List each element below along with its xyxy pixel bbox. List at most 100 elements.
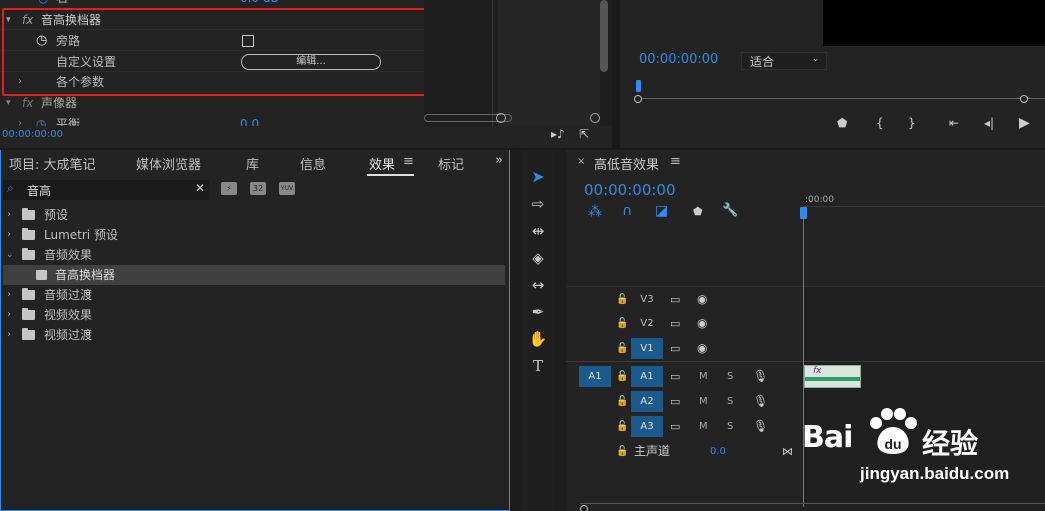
- snap-icon[interactable]: ∩: [622, 203, 632, 219]
- track-divider[interactable]: [566, 361, 1045, 362]
- solo-button[interactable]: S: [727, 364, 733, 389]
- track-select-tool-icon[interactable]: ⇨: [527, 193, 549, 215]
- mute-button[interactable]: M: [699, 414, 708, 439]
- program-timecode[interactable]: 00:00:00:00: [639, 52, 718, 67]
- panel-gutter[interactable]: [612, 0, 620, 148]
- tree-item-audio-effects[interactable]: ⌄ 音频效果: [1, 245, 505, 265]
- tab-info[interactable]: 信息: [300, 154, 326, 173]
- fit-select[interactable]: 适合 ⌄: [741, 52, 827, 70]
- zoom-handle[interactable]: [496, 113, 506, 123]
- track-target-v2[interactable]: V2: [631, 313, 663, 334]
- search-input[interactable]: 音高: [27, 182, 51, 199]
- toggle-sync-icon[interactable]: ▭: [670, 311, 680, 336]
- step-back-icon[interactable]: ◂|: [984, 116, 994, 130]
- settings-wrench-icon[interactable]: 🔧: [722, 203, 738, 218]
- scroll-handle[interactable]: [580, 505, 588, 511]
- accelerated-effects-icon[interactable]: ⚡: [221, 182, 237, 195]
- track-target-a1[interactable]: A1: [631, 366, 663, 387]
- tree-item-audio-transitions[interactable]: › 音频过渡: [1, 285, 505, 305]
- current-timecode[interactable]: 00:00:00:00: [2, 129, 63, 140]
- eye-icon[interactable]: ◉: [697, 311, 707, 336]
- lock-icon[interactable]: 🔓: [616, 389, 628, 414]
- tree-item-lumetri-presets[interactable]: › Lumetri 预设: [1, 225, 505, 245]
- toggle-sync-icon[interactable]: ▭: [670, 414, 680, 439]
- search-box[interactable]: ⌕ 音高 ✕: [3, 180, 209, 200]
- tab-effects[interactable]: 效果: [369, 154, 395, 173]
- chevron-right-icon[interactable]: ›: [18, 114, 22, 126]
- solo-button[interactable]: S: [727, 389, 733, 414]
- panel-menu-icon[interactable]: ≡: [403, 154, 414, 169]
- playhead-marker[interactable]: [636, 80, 641, 92]
- more-tabs-icon[interactable]: »: [495, 153, 503, 168]
- microphone-icon[interactable]: 🎙: [753, 414, 768, 439]
- lock-icon[interactable]: 🔓: [616, 311, 628, 336]
- chevron-down-icon[interactable]: ⌄: [6, 245, 14, 265]
- stopwatch-icon[interactable]: ◷: [36, 114, 46, 126]
- tree-item-video-transitions[interactable]: › 视频过渡: [1, 325, 505, 345]
- play-icon[interactable]: ▶: [1019, 115, 1030, 131]
- lock-icon[interactable]: 🔓: [616, 414, 628, 439]
- lock-icon[interactable]: 🔓: [616, 287, 628, 312]
- microphone-icon[interactable]: 🎙: [753, 364, 768, 389]
- yuv-effects-icon[interactable]: YUV: [279, 182, 295, 195]
- chevron-right-icon[interactable]: ›: [7, 205, 11, 225]
- lock-icon[interactable]: 🔓: [616, 364, 628, 389]
- close-icon[interactable]: ×: [577, 156, 585, 167]
- lock-icon[interactable]: 🔓: [616, 336, 628, 361]
- scrubber-track[interactable]: [638, 98, 1045, 99]
- tab-libraries[interactable]: 库: [246, 154, 259, 173]
- panel-gutter[interactable]: [0, 148, 1045, 150]
- track-target-v3[interactable]: V3: [631, 289, 663, 310]
- effect-mini-timeline[interactable]: [424, 0, 612, 128]
- clear-search-icon[interactable]: ✕: [195, 181, 205, 195]
- go-to-end-icon[interactable]: ⋈: [782, 439, 793, 464]
- export-icon[interactable]: ⇱: [579, 127, 589, 141]
- tree-item-video-effects[interactable]: › 视频效果: [1, 305, 505, 325]
- ruler[interactable]: [803, 206, 1045, 207]
- mute-button[interactable]: M: [699, 364, 708, 389]
- lock-icon[interactable]: 🔓: [616, 439, 628, 464]
- audio-clip[interactable]: fx: [804, 365, 861, 388]
- eye-icon[interactable]: ◉: [697, 287, 707, 312]
- filter-audio-icon[interactable]: ▸♪: [551, 127, 565, 141]
- eye-icon[interactable]: ◉: [697, 336, 707, 361]
- chevron-right-icon[interactable]: ›: [7, 325, 11, 345]
- sequence-tab[interactable]: 高低音效果: [594, 154, 659, 173]
- zoom-handle-end[interactable]: [590, 113, 600, 123]
- add-marker-icon[interactable]: ⬟: [693, 205, 703, 218]
- tab-project[interactable]: 项目: 大成笔记: [9, 154, 96, 173]
- panel-menu-icon[interactable]: ≡: [670, 154, 681, 169]
- track-target-v1[interactable]: V1: [631, 338, 663, 359]
- hand-tool-icon[interactable]: ✋: [527, 328, 549, 350]
- tab-media-browser[interactable]: 媒体浏览器: [136, 154, 201, 173]
- toggle-sync-icon[interactable]: ▭: [670, 336, 680, 361]
- go-to-in-icon[interactable]: ⇤: [949, 116, 959, 130]
- source-patch-a1[interactable]: A1: [579, 366, 611, 387]
- razor-tool-icon[interactable]: ◈: [527, 247, 549, 269]
- param-value[interactable]: 0.0 dB: [240, 0, 279, 8]
- mark-out-icon[interactable]: }: [908, 116, 916, 130]
- selection-tool-icon[interactable]: ➤: [527, 166, 549, 188]
- solo-button[interactable]: S: [727, 414, 733, 439]
- toggle-sync-icon[interactable]: ▭: [670, 364, 680, 389]
- stopwatch-icon[interactable]: ◷: [38, 0, 48, 8]
- scrubber-start-handle[interactable]: [634, 95, 642, 103]
- tab-markers[interactable]: 标记: [438, 154, 464, 173]
- nest-icon[interactable]: ⁂: [588, 204, 602, 220]
- chevron-right-icon[interactable]: ›: [7, 225, 11, 245]
- tree-item-pitch-shifter[interactable]: 音高换档器: [3, 265, 505, 285]
- pen-tool-icon[interactable]: ✒: [527, 301, 549, 323]
- chevron-right-icon[interactable]: ›: [7, 305, 11, 325]
- mute-button[interactable]: M: [699, 389, 708, 414]
- 32bit-effects-icon[interactable]: 32: [250, 182, 266, 195]
- playhead-marker[interactable]: [800, 207, 807, 219]
- ripple-edit-tool-icon[interactable]: ⇹: [527, 220, 549, 242]
- linked-selection-icon[interactable]: ◪: [655, 203, 668, 219]
- type-tool-icon[interactable]: T: [527, 355, 549, 377]
- toggle-sync-icon[interactable]: ▭: [670, 389, 680, 414]
- track-target-a2[interactable]: A2: [631, 391, 663, 412]
- fx-toggle[interactable]: fx: [22, 93, 33, 113]
- chevron-down-icon[interactable]: ▾: [6, 93, 11, 113]
- slip-tool-icon[interactable]: ↔: [527, 274, 549, 296]
- balance-value[interactable]: 0.0: [240, 114, 259, 126]
